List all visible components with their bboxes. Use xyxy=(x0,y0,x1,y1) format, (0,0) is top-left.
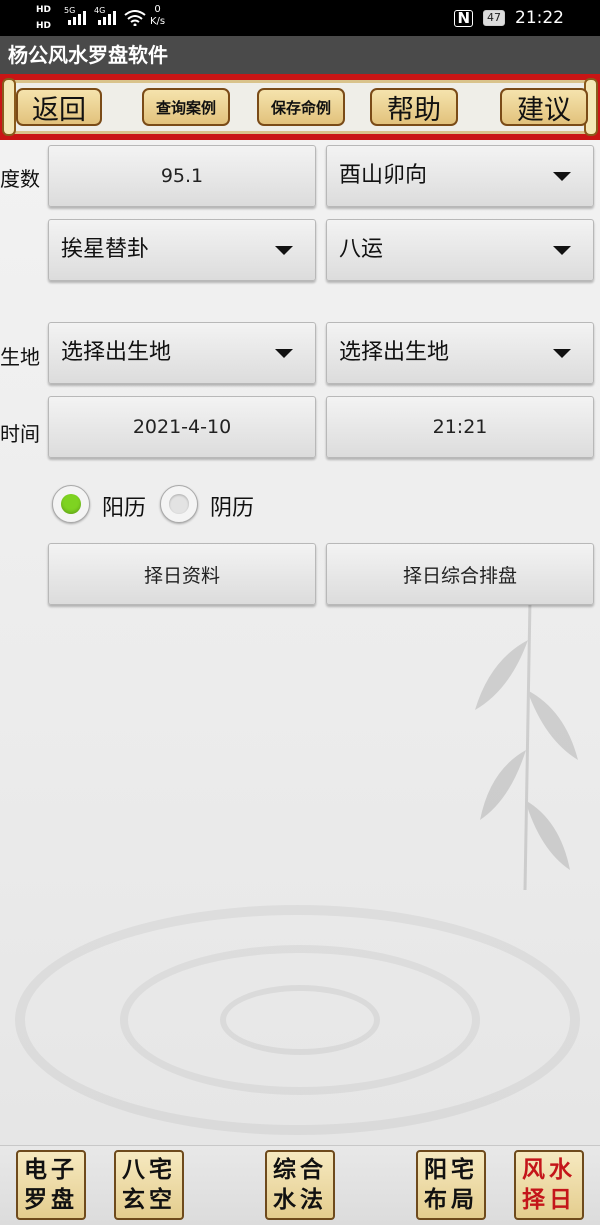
radio-solar[interactable] xyxy=(52,485,90,523)
nav-label-line2: 罗盘 xyxy=(24,1187,78,1213)
save-case-button[interactable]: 保存命例 xyxy=(257,88,345,126)
app-title: 杨公风水罗盘软件 xyxy=(0,36,600,74)
chevron-down-icon xyxy=(553,172,571,181)
bamboo-leaf-decoration xyxy=(475,600,578,890)
degree-value-button[interactable]: 95.1 xyxy=(48,145,316,207)
birthplace-select-2-value: 选择出生地 xyxy=(339,340,450,365)
nav-label-line1: 阳宅 xyxy=(424,1157,478,1183)
chevron-down-icon xyxy=(275,349,293,358)
direction-select-value: 酉山卯向 xyxy=(339,163,428,188)
speed-value: 0 xyxy=(154,4,161,15)
radio-solar-label[interactable]: 阳历 xyxy=(102,490,146,522)
method-select[interactable]: 挨星替卦 xyxy=(48,219,316,281)
radio-lunar-label[interactable]: 阴历 xyxy=(210,490,254,522)
nav-label-line2: 水法 xyxy=(273,1187,327,1213)
nav-bazhai-xuankong[interactable]: 八宅 玄空 xyxy=(114,1150,184,1220)
signal-icon-2 xyxy=(98,11,116,25)
battery-icon: 47 xyxy=(483,10,505,26)
period-select[interactable]: 八运 xyxy=(326,219,594,281)
nav-fengshui-date[interactable]: 风水 择日 xyxy=(514,1150,584,1220)
back-button[interactable]: 返回 xyxy=(16,88,102,126)
comprehensive-chart-button[interactable]: 择日综合排盘 xyxy=(326,543,594,605)
nav-label-line1: 电子 xyxy=(24,1157,78,1183)
clock: 21:22 xyxy=(515,8,564,28)
nav-house-layout[interactable]: 阳宅 布局 xyxy=(416,1150,486,1220)
birthplace-label: 生地 xyxy=(0,345,40,369)
nav-label-line1: 风水 xyxy=(522,1157,576,1183)
direction-select[interactable]: 酉山卯向 xyxy=(326,145,594,207)
period-select-value: 八运 xyxy=(339,237,384,262)
nav-label-line1: 八宅 xyxy=(122,1157,176,1183)
birthplace-select-1[interactable]: 选择出生地 xyxy=(48,322,316,384)
degree-label: 度数 xyxy=(0,167,40,191)
nav-label-line2: 玄空 xyxy=(122,1187,176,1213)
nav-electronic-compass[interactable]: 电子 罗盘 xyxy=(16,1150,86,1220)
hd-icon-2: HD xyxy=(36,21,52,31)
nav-label-line2: 布局 xyxy=(424,1187,478,1213)
nav-label-line1: 综合 xyxy=(273,1157,327,1183)
radio-lunar[interactable] xyxy=(160,485,198,523)
scroll-knob-left xyxy=(2,78,16,136)
wifi-icon xyxy=(124,10,146,26)
chevron-down-icon xyxy=(553,349,571,358)
help-button[interactable]: 帮助 xyxy=(370,88,458,126)
compass-watermark-center xyxy=(220,985,380,1055)
speed-unit: K/s xyxy=(150,16,166,27)
nav-water-method[interactable]: 综合 水法 xyxy=(265,1150,335,1220)
signal-icon-1 xyxy=(68,11,86,25)
network-speed: 0 K/s xyxy=(150,4,165,28)
nfc-icon: N xyxy=(454,9,473,27)
time-picker-button[interactable]: 21:21 xyxy=(326,396,594,458)
radio-unselected-dot xyxy=(169,494,189,514)
date-picker-button[interactable]: 2021-4-10 xyxy=(48,396,316,458)
method-select-value: 挨星替卦 xyxy=(61,237,150,262)
hd-icon-1: HD xyxy=(36,5,52,15)
suggest-button[interactable]: 建议 xyxy=(500,88,588,126)
chevron-down-icon xyxy=(275,246,293,255)
birthplace-select-2[interactable]: 选择出生地 xyxy=(326,322,594,384)
birthplace-select-1-value: 选择出生地 xyxy=(61,340,172,365)
radio-selected-dot xyxy=(61,494,81,514)
date-info-button[interactable]: 择日资料 xyxy=(48,543,316,605)
query-cases-button[interactable]: 查询案例 xyxy=(142,88,230,126)
time-label: 时间 xyxy=(0,422,40,446)
chevron-down-icon xyxy=(553,246,571,255)
status-bar: HD HD 5G 4G 0 K/s N 47 21:22 xyxy=(0,0,600,36)
nav-label-line2: 择日 xyxy=(522,1187,576,1213)
status-right: N 47 21:22 xyxy=(454,8,564,28)
